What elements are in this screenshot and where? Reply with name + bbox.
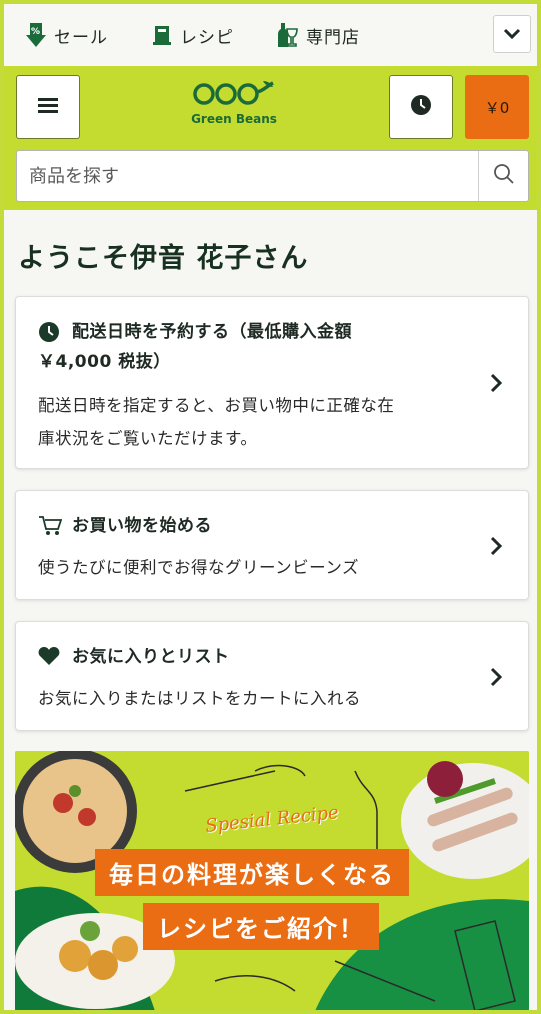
nav-sale-link[interactable]: % セール [26,4,108,66]
start-shopping-title: お買い物を始める [72,516,212,536]
chevron-right-icon [490,667,503,691]
favorites-list-card[interactable]: お気に入りとリスト お気に入りまたはリストをカートに入れる [15,621,529,731]
favorites-list-title: お気に入りとリスト [72,647,230,667]
wine-bottle-icon [276,23,298,47]
search-bar [16,150,529,202]
hamburger-icon [38,97,58,117]
search-button[interactable] [478,151,528,201]
cart-icon [38,515,63,541]
nav-shop-label: 専門店 [306,27,360,48]
nav-recipe-label: レシピ [180,27,234,48]
nav-sale-label: セール [54,27,108,48]
green-beans-logo-icon [191,78,277,110]
reserve-delivery-card[interactable]: 配送日時を予約する（最低購入金額 ￥4,000 税抜） 配送日時を指定すると、お… [15,296,529,469]
logo-text: Green Beans [191,112,277,126]
reserve-delivery-title-line1: 配送日時を予約する（最低購入金額 [72,322,352,342]
recipe-book-icon [152,24,172,46]
favorites-list-desc: お気に入りまたはリストをカートに入れる [38,689,361,708]
nav-expand-button[interactable] [493,15,531,53]
chevron-right-icon [490,536,503,560]
app-frame: % セール レシピ 専門店 Green Beans ￥0 商品を探す ようこそ伊… [0,0,541,1014]
start-shopping-desc: 使うたびに便利でお得なグリーンビーンズ [38,558,360,577]
search-icon [493,163,515,189]
search-input[interactable] [17,151,478,201]
svg-text:%: % [31,27,41,37]
clock-icon [38,321,60,347]
welcome-heading: ようこそ伊音 花子さん [18,243,309,274]
sale-tag-icon: % [26,23,46,47]
reserve-delivery-desc-line1: 配送日時を指定すると、お買い物中に正確な在 [38,396,395,415]
clock-icon [410,94,432,120]
menu-button[interactable] [16,75,80,139]
reserve-delivery-desc-line2: 庫状況をご覧いただけます。 [38,429,258,448]
cart-button[interactable]: ￥0 [465,75,529,139]
nav-recipe-link[interactable]: レシピ [152,4,234,66]
start-shopping-card[interactable]: お買い物を始める 使うたびに便利でお得なグリーンビーンズ [15,490,529,600]
reserve-delivery-title-line2: ￥4,000 税抜） [38,352,171,372]
delivery-time-button[interactable] [389,75,453,139]
brand-logo[interactable]: Green Beans [184,78,284,134]
cart-total-label: ￥0 [484,98,510,117]
recipe-banner[interactable]: Spesial Recipe 毎日の料理が楽しくなる レシピをご紹介！ [15,751,529,1010]
nav-specialty-shop-link[interactable]: 専門店 [276,4,360,66]
banner-headline-2: レシピをご紹介！ [143,903,379,950]
site-header: Green Beans ￥0 [4,66,537,210]
heart-icon [38,646,60,670]
chevron-down-icon [503,25,521,44]
top-nav: % セール レシピ 専門店 [4,4,537,66]
chevron-right-icon [490,373,503,397]
banner-headline-1: 毎日の料理が楽しくなる [95,849,409,896]
